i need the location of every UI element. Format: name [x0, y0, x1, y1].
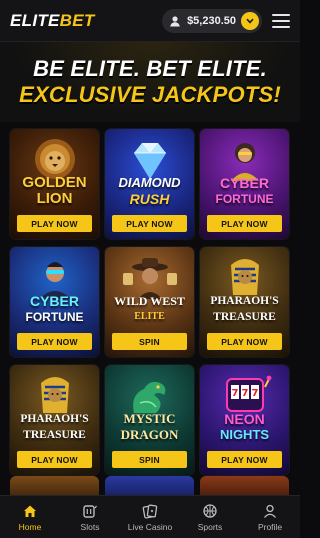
- home-icon: [22, 503, 38, 519]
- game-title: GOLDEN LION: [22, 174, 87, 207]
- nav-label: Live Casino: [127, 521, 173, 532]
- chevron-down-icon[interactable]: [241, 11, 259, 30]
- game-card-pharaohs-treasure[interactable]: PHARAOH'S TREASURE PLAY NOW: [10, 365, 99, 475]
- balance-amount: $5,230.50: [187, 14, 236, 27]
- play-now-button[interactable]: PLAY NOW: [207, 451, 282, 468]
- logo[interactable]: ELITEBET: [10, 11, 95, 31]
- app-root: ELITEBET $5,230.50 BE ELITE. BET ELITE. …: [0, 0, 300, 538]
- game-card-cyber-fortune[interactable]: CYBER FORTUNE PLAY NOW: [10, 247, 99, 357]
- game-card-cyber-fortune[interactable]: CYBER FORTUNE PLAY NOW: [200, 129, 289, 239]
- hamburger-menu-icon[interactable]: [272, 13, 290, 28]
- nav-item-profile[interactable]: Profile: [240, 496, 300, 538]
- hero-line-2: EXCLUSIVE JACKPOTS!: [19, 82, 281, 107]
- game-card-pharaohs-treasure[interactable]: PHARAOH'S TREASURE PLAY NOW: [200, 247, 289, 357]
- game-title: DIAMOND RUSH: [118, 175, 181, 207]
- top-bar: ELITEBET $5,230.50: [0, 0, 300, 42]
- bottom-nav: Home Slots Live Casino Sports Profile: [0, 495, 300, 538]
- spin-button[interactable]: SPIN: [112, 333, 187, 350]
- game-title: PHARAOH'S TREASURE: [20, 413, 89, 441]
- profile-icon: [262, 503, 278, 519]
- hero-line-1: BE ELITE. BET ELITE.: [33, 56, 267, 81]
- game-card-wild-west-elite[interactable]: WILD WEST ELITE SPIN: [105, 247, 194, 357]
- game-title: CYBER FORTUNE: [25, 293, 84, 324]
- play-now-button[interactable]: PLAY NOW: [17, 215, 92, 232]
- nav-item-live-casino[interactable]: Live Casino: [120, 496, 180, 538]
- play-now-button[interactable]: PLAY NOW: [17, 451, 92, 468]
- nav-item-slots[interactable]: Slots: [60, 496, 120, 538]
- game-title: PHARAOH'S TREASURE: [210, 295, 279, 323]
- game-title: NEON NIGHTS: [219, 411, 270, 442]
- nav-item-sports[interactable]: Sports: [180, 496, 240, 538]
- game-grid: GOLDEN LION PLAY NOW DIAMOND RUSH PLAY NOW: [10, 129, 290, 475]
- nav-item-home[interactable]: Home: [0, 496, 60, 538]
- svg-text:7: 7: [251, 388, 258, 399]
- game-card-neon-nights[interactable]: 7 7 7 NEON NIGHTS PLAY NOW: [200, 365, 289, 475]
- nav-label: Home: [18, 521, 42, 532]
- cards-icon: [142, 503, 158, 519]
- game-card-mystic-dragon[interactable]: MYSTIC DRAGON SPIN: [105, 365, 194, 475]
- user-icon: [168, 14, 182, 28]
- slots-icon: [82, 503, 98, 519]
- balance-pill[interactable]: $5,230.50: [162, 8, 262, 33]
- hero-banner: BE ELITE. BET ELITE. EXCLUSIVE JACKPOTS!: [0, 42, 300, 122]
- play-now-button[interactable]: PLAY NOW: [207, 333, 282, 350]
- play-now-button[interactable]: PLAY NOW: [112, 215, 187, 232]
- nav-label: Profile: [257, 521, 283, 532]
- spin-button[interactable]: SPIN: [112, 451, 187, 468]
- game-title: CYBER FORTUNE: [215, 175, 274, 206]
- game-card-diamond-rush[interactable]: DIAMOND RUSH PLAY NOW: [105, 129, 194, 239]
- nav-label: Sports: [197, 521, 223, 532]
- svg-text:7: 7: [231, 388, 238, 399]
- game-title: MYSTIC DRAGON: [120, 411, 179, 442]
- game-title: WILD WEST ELITE: [114, 294, 185, 322]
- nav-label: Slots: [80, 521, 100, 532]
- logo-part-bet: BET: [59, 10, 95, 30]
- play-now-button[interactable]: PLAY NOW: [17, 333, 92, 350]
- logo-part-elite: ELITE: [10, 10, 60, 30]
- play-now-button[interactable]: PLAY NOW: [207, 215, 282, 232]
- game-card-golden-lion[interactable]: GOLDEN LION PLAY NOW: [10, 129, 99, 239]
- ball-icon: [202, 503, 218, 519]
- svg-text:7: 7: [241, 388, 248, 399]
